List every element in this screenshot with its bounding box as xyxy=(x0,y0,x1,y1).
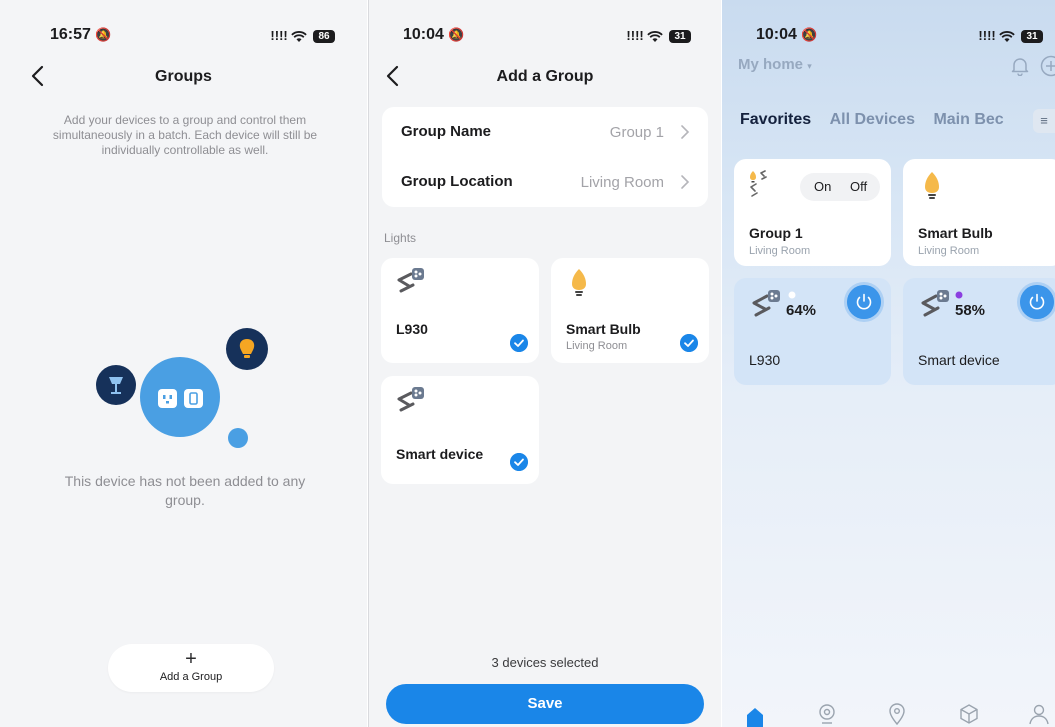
status-bar: 10:04 🔕 !!!! 31 xyxy=(722,26,1055,50)
group-location-value: Living Room xyxy=(580,174,664,191)
groups-description: Add your devices to a group and control … xyxy=(52,113,318,157)
tab-favorites[interactable]: Favorites xyxy=(740,111,811,129)
cellular-signal-icon: !!!! xyxy=(978,28,996,43)
status-icons: !!!! 31 xyxy=(626,28,691,44)
add-circle-icon[interactable] xyxy=(1040,55,1055,77)
page-title: Groups xyxy=(155,68,212,85)
profile-tab-icon[interactable] xyxy=(1028,703,1050,725)
plus-icon: + xyxy=(185,648,197,670)
power-button-icon[interactable] xyxy=(1020,285,1054,319)
status-bar: 10:04 🔕 !!!! 31 xyxy=(369,26,721,50)
brightness-percent: 64% xyxy=(786,302,817,319)
on-off-toggle[interactable]: On Off xyxy=(800,173,880,201)
device-name: Smart device xyxy=(918,352,1000,368)
camera-tab-icon[interactable] xyxy=(816,703,838,725)
bulb-icon xyxy=(925,172,939,199)
silent-bell-icon: 🔕 xyxy=(448,27,465,42)
add-group-label: Add a Group xyxy=(159,671,223,683)
home-screen: 10:04 🔕 !!!! 31 My home ▾ Favorites All … xyxy=(722,0,1055,727)
tab-main-bedroom[interactable]: Main Bec xyxy=(933,111,1003,129)
battery-icon: 31 xyxy=(669,30,691,44)
light-strip-icon xyxy=(752,290,780,317)
light-strip-icon xyxy=(397,268,424,293)
status-icons: !!!! 86 xyxy=(270,28,335,44)
wifi-icon xyxy=(999,30,1016,42)
device-card-l930[interactable]: L930 xyxy=(381,258,539,363)
add-group-button[interactable]: + Add a Group xyxy=(108,644,274,692)
nav-bar: Add a Group xyxy=(369,62,721,92)
power-button-icon[interactable] xyxy=(847,285,881,319)
group-devices-icon xyxy=(750,170,767,197)
devices-selected-count: 3 devices selected xyxy=(491,655,599,670)
color-dot-icon xyxy=(788,291,796,299)
group-name-value: Group 1 xyxy=(609,124,664,141)
save-button[interactable]: Save xyxy=(386,684,704,724)
device-room: Living Room xyxy=(749,245,811,257)
device-card-l930[interactable]: 64% L930 xyxy=(734,278,891,385)
device-name: Smart Bulb xyxy=(918,225,993,241)
status-time: 16:57 xyxy=(50,26,91,43)
location-tab-icon[interactable] xyxy=(886,703,908,725)
wifi-icon xyxy=(291,30,308,42)
light-strip-icon xyxy=(921,290,949,317)
notification-bell-icon[interactable] xyxy=(1011,56,1029,76)
room-tabs: Favorites All Devices Main Bec ≡ xyxy=(740,109,1055,133)
device-room: Living Room xyxy=(918,245,980,257)
smart-actions-tab-icon[interactable] xyxy=(958,703,980,725)
light-strip-icon xyxy=(397,387,424,412)
group-name-label: Group Name xyxy=(401,123,492,140)
device-card-group-1[interactable]: On Off Group 1 Living Room xyxy=(734,159,891,266)
empty-state-message: This device has not been added to any gr… xyxy=(64,473,306,508)
group-illustration xyxy=(96,328,268,448)
checkmark-icon[interactable] xyxy=(510,334,528,352)
device-card-smart-device[interactable]: Smart device xyxy=(381,376,539,484)
device-name: L930 xyxy=(749,352,781,368)
battery-icon: 31 xyxy=(1021,30,1043,44)
tab-all-devices[interactable]: All Devices xyxy=(830,111,915,129)
silent-bell-icon: 🔕 xyxy=(801,27,818,42)
device-name: L930 xyxy=(396,321,428,337)
status-time: 10:04 xyxy=(403,26,444,43)
home-tab-icon[interactable] xyxy=(744,705,766,727)
status-bar: 16:57 🔕 !!!! 86 xyxy=(0,26,367,50)
brightness-percent: 58% xyxy=(955,302,986,319)
home-selector[interactable]: My home ▾ xyxy=(738,56,812,73)
checkmark-icon[interactable] xyxy=(680,334,698,352)
bulb-icon xyxy=(572,269,586,296)
tabs-menu-icon[interactable]: ≡ xyxy=(1033,109,1055,133)
device-card-smart-device[interactable]: 58% Smart device xyxy=(903,278,1055,385)
device-name: Group 1 xyxy=(749,225,803,241)
chevron-right-icon xyxy=(681,125,690,139)
device-name: Smart Bulb xyxy=(566,321,641,337)
status-icons: !!!! 31 xyxy=(978,28,1043,44)
lights-section-label: Lights xyxy=(384,231,417,245)
color-dot-icon xyxy=(955,291,963,299)
group-name-row[interactable]: Group Name Group 1 xyxy=(382,107,708,157)
cellular-signal-icon: !!!! xyxy=(270,28,288,43)
groups-screen: 16:57 🔕 !!!! 86 Groups Add your devices … xyxy=(0,0,367,727)
group-location-row[interactable]: Group Location Living Room xyxy=(382,157,708,207)
device-room: Living Room xyxy=(566,340,628,352)
device-name: Smart device xyxy=(396,446,484,462)
silent-bell-icon: 🔕 xyxy=(95,27,112,42)
page-title: Add a Group xyxy=(496,68,594,85)
group-settings-form: Group Name Group 1 Group Location Living… xyxy=(382,107,708,207)
on-button[interactable]: On xyxy=(814,179,831,194)
cellular-signal-icon: !!!! xyxy=(626,28,644,43)
nav-bar: Groups xyxy=(0,62,367,92)
home-header: My home ▾ xyxy=(738,55,1055,77)
bottom-tab-bar xyxy=(722,697,1055,727)
battery-icon: 86 xyxy=(313,30,335,44)
wifi-icon xyxy=(647,30,664,42)
home-title: My home xyxy=(738,56,804,73)
off-button[interactable]: Off xyxy=(850,179,867,194)
caret-down-icon: ▾ xyxy=(807,61,812,71)
chevron-right-icon xyxy=(681,175,690,189)
group-location-label: Group Location xyxy=(401,173,513,190)
add-group-screen: 10:04 🔕 !!!! 31 Add a Group Group Name G… xyxy=(368,0,721,727)
checkmark-icon[interactable] xyxy=(510,453,528,471)
device-card-smart-bulb[interactable]: Smart Bulb Living Room xyxy=(551,258,709,363)
status-time: 10:04 xyxy=(756,26,797,43)
device-card-smart-bulb[interactable]: Smart Bulb Living Room xyxy=(903,159,1055,266)
